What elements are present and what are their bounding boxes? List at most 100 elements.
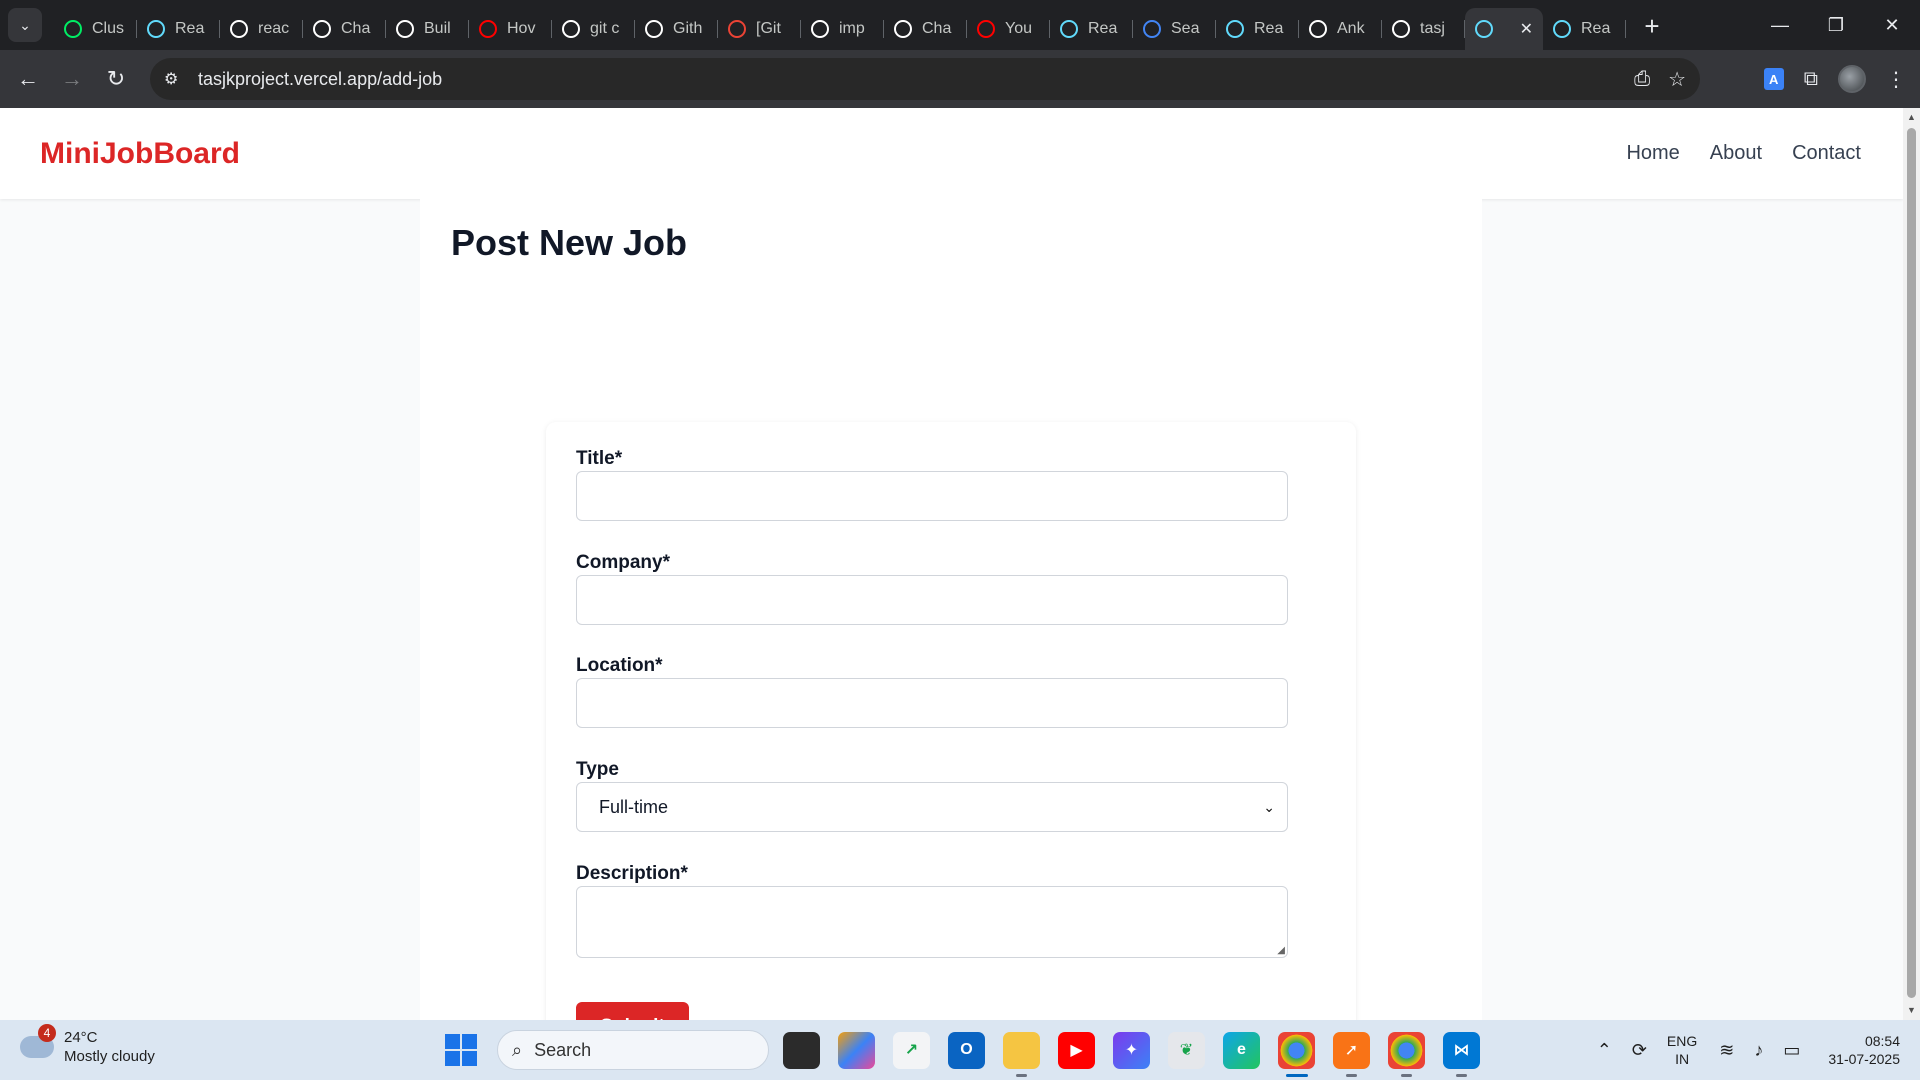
github-icon bbox=[1309, 20, 1327, 38]
postman-icon[interactable]: ➚ bbox=[1333, 1031, 1370, 1077]
page-viewport: MiniJobBoard Home About Contact Post New… bbox=[0, 108, 1903, 1020]
task-view-icon[interactable] bbox=[783, 1031, 820, 1069]
close-window-button[interactable]: ✕ bbox=[1864, 0, 1920, 50]
vscode-icon[interactable]: ⋈ bbox=[1443, 1031, 1480, 1077]
browser-tab[interactable]: Cha bbox=[303, 8, 386, 50]
tab-label: You bbox=[1005, 20, 1032, 37]
profile-avatar[interactable] bbox=[1838, 65, 1866, 93]
back-button[interactable]: ← bbox=[6, 57, 50, 101]
browser-tab[interactable]: tasj bbox=[1382, 8, 1465, 50]
tab-label: Hov bbox=[507, 20, 536, 37]
site-header: MiniJobBoard Home About Contact bbox=[0, 108, 1903, 199]
copilot-icon[interactable] bbox=[838, 1031, 875, 1069]
tool-icon bbox=[396, 20, 414, 38]
taskbar-search[interactable]: ⌕ Search bbox=[497, 1030, 769, 1070]
tab-search-button[interactable]: ⌄ bbox=[8, 8, 42, 42]
address-bar[interactable]: ⚙ tasjkproject.vercel.app/add-job ⎙ ☆ bbox=[150, 58, 1700, 100]
description-label: Description* bbox=[576, 863, 688, 884]
browser-tab[interactable]: reac bbox=[220, 8, 303, 50]
start-button[interactable] bbox=[445, 1034, 477, 1066]
react-icon bbox=[1226, 20, 1244, 38]
file-explorer-icon[interactable] bbox=[1003, 1031, 1040, 1077]
extensions-puzzle-icon[interactable]: ⧉ bbox=[1804, 68, 1818, 91]
browser-tab[interactable]: imp bbox=[801, 8, 884, 50]
minimize-button[interactable]: — bbox=[1752, 0, 1808, 50]
wifi-icon[interactable]: ≋ bbox=[1719, 1040, 1734, 1061]
tab-label: Ank bbox=[1337, 20, 1365, 37]
browser-tab[interactable]: Hov bbox=[469, 8, 552, 50]
scroll-up-arrow-icon[interactable]: ▲ bbox=[1906, 112, 1917, 123]
type-select[interactable]: Full-time ⌄ bbox=[576, 782, 1288, 832]
tab-label: Rea bbox=[1581, 20, 1611, 37]
company-label: Company* bbox=[576, 552, 670, 573]
browser-menu-icon[interactable]: ⋮ bbox=[1886, 67, 1906, 92]
post-job-form: Title* Company* Location* Type Full-time… bbox=[546, 422, 1356, 1020]
company-input[interactable] bbox=[576, 575, 1288, 625]
sync-icon[interactable]: ⟳ bbox=[1632, 1040, 1647, 1061]
reload-button[interactable]: ↻ bbox=[94, 57, 138, 101]
scrollbar-thumb[interactable] bbox=[1907, 128, 1916, 998]
volume-icon[interactable]: ♪ bbox=[1754, 1040, 1763, 1061]
scroll-down-arrow-icon[interactable]: ▼ bbox=[1906, 1005, 1917, 1016]
system-clock[interactable]: 08:54 31-07-2025 bbox=[1828, 1032, 1900, 1068]
stocks-app-icon[interactable]: ↗ bbox=[893, 1031, 930, 1069]
browser-tab[interactable]: Sea bbox=[1133, 8, 1216, 50]
browser-tab[interactable]: git c bbox=[552, 8, 635, 50]
region-code: IN bbox=[1675, 1051, 1690, 1067]
title-input[interactable] bbox=[576, 471, 1288, 521]
location-label: Location* bbox=[576, 655, 663, 676]
youtube-app-icon[interactable]: ▶ bbox=[1058, 1031, 1095, 1069]
browser-tab[interactable]: Ank bbox=[1299, 8, 1382, 50]
browser-tab[interactable]: Cha bbox=[884, 8, 967, 50]
new-tab-button[interactable]: + bbox=[1634, 8, 1670, 44]
browser-tab[interactable]: Rea bbox=[1216, 8, 1299, 50]
chatgpt-icon bbox=[313, 20, 331, 38]
url-text[interactable]: tasjkproject.vercel.app/add-job bbox=[198, 69, 442, 90]
translate-extension-icon[interactable]: A bbox=[1763, 68, 1784, 90]
browser-tab[interactable]: Clus bbox=[54, 8, 137, 50]
tab-active[interactable]: ✕ bbox=[1465, 8, 1543, 50]
tab-label: imp bbox=[839, 20, 865, 37]
battery-icon[interactable]: ▭ bbox=[1783, 1040, 1800, 1061]
nav-home-link[interactable]: Home bbox=[1626, 142, 1679, 165]
browser-tab[interactable]: Rea bbox=[1050, 8, 1133, 50]
copilot-app-icon[interactable]: ✦ bbox=[1113, 1031, 1150, 1069]
bookmark-star-icon[interactable]: ☆ bbox=[1668, 67, 1686, 92]
browser-tab[interactable]: Rea bbox=[137, 8, 220, 50]
page-scrollbar[interactable]: ▲ ▼ bbox=[1903, 108, 1920, 1020]
weather-widget[interactable]: 4 24°C Mostly cloudy bbox=[20, 1024, 155, 1066]
nav-about-link[interactable]: About bbox=[1710, 142, 1762, 165]
location-input[interactable] bbox=[576, 678, 1288, 728]
nav-contact-link[interactable]: Contact bbox=[1792, 142, 1861, 165]
close-tab-icon[interactable]: ✕ bbox=[1520, 19, 1533, 39]
google-icon bbox=[562, 20, 580, 38]
mongodb-compass-icon[interactable]: ❦ bbox=[1168, 1031, 1205, 1069]
browser-tab[interactable]: Buil bbox=[386, 8, 469, 50]
react-icon bbox=[1060, 20, 1078, 38]
google-icon bbox=[811, 20, 829, 38]
notification-badge: 4 bbox=[38, 1024, 56, 1042]
language-indicator[interactable]: ENG IN bbox=[1667, 1032, 1697, 1068]
forward-button[interactable]: → bbox=[50, 57, 94, 101]
install-app-icon[interactable]: ⎙ bbox=[1634, 68, 1650, 91]
taskbar-search-label: Search bbox=[534, 1039, 592, 1060]
chrome-icon[interactable] bbox=[1278, 1031, 1315, 1077]
github-icon bbox=[645, 20, 663, 38]
browser-tab[interactable]: Rea bbox=[1543, 8, 1626, 50]
submit-button[interactable]: Submit bbox=[576, 1002, 689, 1020]
gmail-icon bbox=[728, 20, 746, 38]
tab-label: Rea bbox=[1254, 20, 1284, 37]
browser-tab[interactable]: [Git bbox=[718, 8, 801, 50]
site-info-icon[interactable]: ⚙ bbox=[164, 69, 188, 89]
edge-icon[interactable]: e bbox=[1223, 1031, 1260, 1069]
chevron-up-icon[interactable]: ⌃ bbox=[1597, 1040, 1612, 1061]
resize-grip-icon[interactable]: ◢ bbox=[1277, 945, 1285, 956]
restore-button[interactable]: ❐ bbox=[1808, 0, 1864, 50]
browser-tab[interactable]: You bbox=[967, 8, 1050, 50]
outlook-icon[interactable]: O bbox=[948, 1031, 985, 1069]
browser-tab[interactable]: Gith bbox=[635, 8, 718, 50]
description-textarea[interactable]: ◢ bbox=[576, 886, 1288, 958]
react-icon bbox=[147, 20, 165, 38]
site-logo[interactable]: MiniJobBoard bbox=[40, 137, 240, 171]
chrome-profile-icon[interactable] bbox=[1388, 1031, 1425, 1077]
